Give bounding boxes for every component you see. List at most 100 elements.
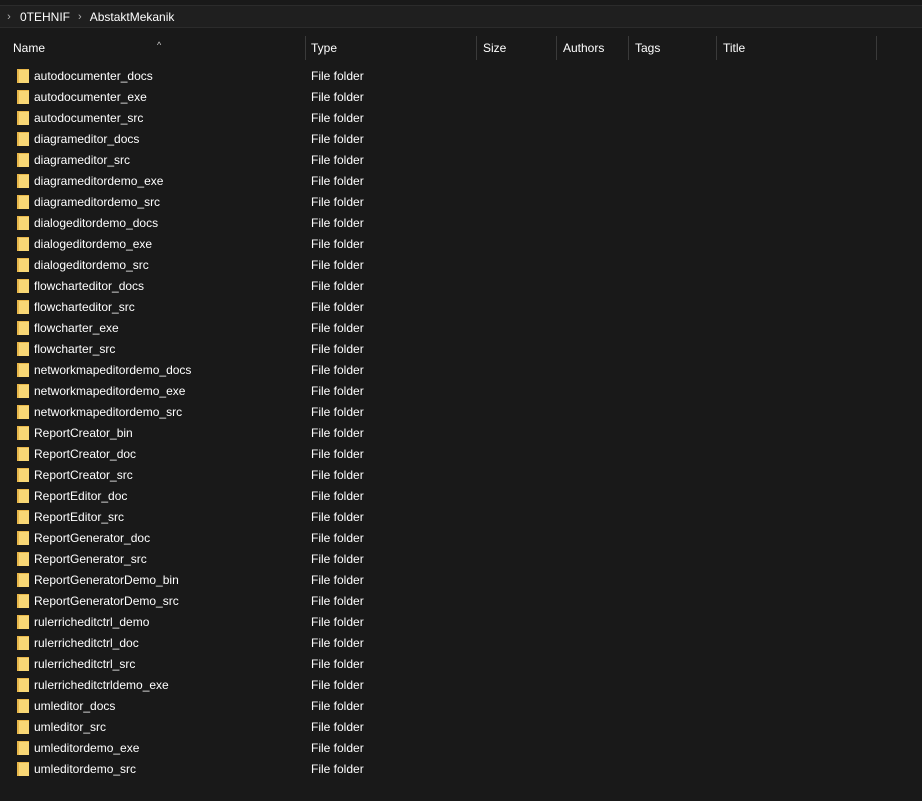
file-name: umleditordemo_src <box>34 762 137 776</box>
file-row[interactable]: umleditordemo_src File folder <box>0 759 922 780</box>
file-row[interactable]: ReportGeneratorDemo_src File folder <box>0 591 922 612</box>
file-type: File folder <box>311 552 364 566</box>
file-row[interactable]: ReportEditor_src File folder <box>0 507 922 528</box>
file-row[interactable]: flowcharter_exe File folder <box>0 318 922 339</box>
file-row[interactable]: dialogeditordemo_src File folder <box>0 255 922 276</box>
file-name: ReportEditor_doc <box>34 489 128 503</box>
folder-icon <box>17 720 29 734</box>
file-type: File folder <box>311 636 364 650</box>
file-name: ReportCreator_doc <box>34 447 137 461</box>
address-bar[interactable]: › 0TEHNIF › AbstaktMekanik <box>0 5 922 28</box>
file-row[interactable]: networkmapeditordemo_exe File folder <box>0 381 922 402</box>
column-header-label: Title <box>723 41 746 55</box>
chevron-right-icon[interactable]: › <box>75 11 85 23</box>
file-type: File folder <box>311 678 364 692</box>
column-header-type[interactable]: Type <box>305 36 477 60</box>
file-row[interactable]: autodocumenter_docs File folder <box>0 66 922 87</box>
file-row[interactable]: ReportEditor_doc File folder <box>0 486 922 507</box>
file-type: File folder <box>311 468 364 482</box>
file-name: dialogeditordemo_docs <box>34 216 159 230</box>
file-name: diagrameditordemo_exe <box>34 174 164 188</box>
file-row[interactable]: diagrameditor_docs File folder <box>0 129 922 150</box>
file-row[interactable]: dialogeditordemo_exe File folder <box>0 234 922 255</box>
file-name: flowcharteditor_docs <box>34 279 145 293</box>
file-row[interactable]: ReportCreator_doc File folder <box>0 444 922 465</box>
file-row[interactable]: autodocumenter_src File folder <box>0 108 922 129</box>
file-type: File folder <box>311 594 364 608</box>
folder-icon <box>17 258 29 272</box>
file-type: File folder <box>311 531 364 545</box>
file-type: File folder <box>311 426 364 440</box>
file-name: flowcharteditor_src <box>34 300 135 314</box>
file-row[interactable]: flowcharteditor_docs File folder <box>0 276 922 297</box>
column-header-name[interactable]: Name ^ <box>7 36 306 60</box>
file-row[interactable]: rulerricheditctrldemo_exe File folder <box>0 675 922 696</box>
file-type: File folder <box>311 132 364 146</box>
folder-icon <box>17 678 29 692</box>
file-type: File folder <box>311 405 364 419</box>
folder-icon <box>17 384 29 398</box>
folder-icon <box>17 279 29 293</box>
file-type: File folder <box>311 342 364 356</box>
file-type: File folder <box>311 258 364 272</box>
folder-icon <box>17 111 29 125</box>
file-row[interactable]: ReportGenerator_src File folder <box>0 549 922 570</box>
file-name: rulerricheditctrldemo_exe <box>34 678 169 692</box>
column-header-size[interactable]: Size <box>477 36 557 60</box>
file-name: flowcharter_src <box>34 342 116 356</box>
file-name: autodocumenter_exe <box>34 90 147 104</box>
column-header-label: Tags <box>635 41 661 55</box>
breadcrumb-item-0tehnif[interactable]: 0TEHNIF <box>15 10 75 24</box>
folder-icon <box>17 216 29 230</box>
column-header-authors[interactable]: Authors <box>557 36 629 60</box>
file-row[interactable]: ReportCreator_bin File folder <box>0 423 922 444</box>
file-name: diagrameditor_docs <box>34 132 140 146</box>
file-row[interactable]: rulerricheditctrl_demo File folder <box>0 612 922 633</box>
folder-icon <box>17 237 29 251</box>
file-name: networkmapeditordemo_docs <box>34 363 192 377</box>
file-name: dialogeditordemo_src <box>34 258 149 272</box>
file-row[interactable]: networkmapeditordemo_src File folder <box>0 402 922 423</box>
file-row[interactable]: dialogeditordemo_docs File folder <box>0 213 922 234</box>
file-row[interactable]: ReportGeneratorDemo_bin File folder <box>0 570 922 591</box>
folder-icon <box>17 132 29 146</box>
folder-icon <box>17 573 29 587</box>
column-header-tags[interactable]: Tags <box>629 36 717 60</box>
file-name: ReportGenerator_src <box>34 552 147 566</box>
file-row[interactable]: rulerricheditctrl_src File folder <box>0 654 922 675</box>
column-header-label: Type <box>311 41 338 55</box>
file-row[interactable]: umleditor_docs File folder <box>0 696 922 717</box>
file-row[interactable]: flowcharteditor_src File folder <box>0 297 922 318</box>
file-type: File folder <box>311 69 364 83</box>
file-row[interactable]: umleditordemo_exe File folder <box>0 738 922 759</box>
file-row[interactable]: autodocumenter_exe File folder <box>0 87 922 108</box>
file-row[interactable]: diagrameditor_src File folder <box>0 150 922 171</box>
folder-icon <box>17 426 29 440</box>
file-type: File folder <box>311 384 364 398</box>
file-row[interactable]: ReportGenerator_doc File folder <box>0 528 922 549</box>
file-name: rulerricheditctrl_doc <box>34 636 139 650</box>
file-name: ReportCreator_bin <box>34 426 133 440</box>
file-name: networkmapeditordemo_exe <box>34 384 186 398</box>
file-row[interactable]: diagrameditordemo_exe File folder <box>0 171 922 192</box>
folder-icon <box>17 195 29 209</box>
breadcrumb-item-abstaktmekanik[interactable]: AbstaktMekanik <box>85 10 180 24</box>
file-type: File folder <box>311 657 364 671</box>
column-header-label: Size <box>483 41 507 55</box>
column-header-title[interactable]: Title <box>717 36 877 60</box>
file-row[interactable]: umleditor_src File folder <box>0 717 922 738</box>
file-type: File folder <box>311 699 364 713</box>
file-row[interactable]: networkmapeditordemo_docs File folder <box>0 360 922 381</box>
file-row[interactable]: rulerricheditctrl_doc File folder <box>0 633 922 654</box>
file-name: ReportCreator_src <box>34 468 133 482</box>
column-divider[interactable] <box>876 36 877 60</box>
chevron-right-icon[interactable]: › <box>3 11 15 23</box>
file-name: networkmapeditordemo_src <box>34 405 183 419</box>
folder-icon <box>17 531 29 545</box>
file-row[interactable]: flowcharter_src File folder <box>0 339 922 360</box>
file-name: ReportEditor_src <box>34 510 125 524</box>
file-row[interactable]: diagrameditordemo_src File folder <box>0 192 922 213</box>
folder-icon <box>17 153 29 167</box>
file-row[interactable]: ReportCreator_src File folder <box>0 465 922 486</box>
file-name: flowcharter_exe <box>34 321 119 335</box>
